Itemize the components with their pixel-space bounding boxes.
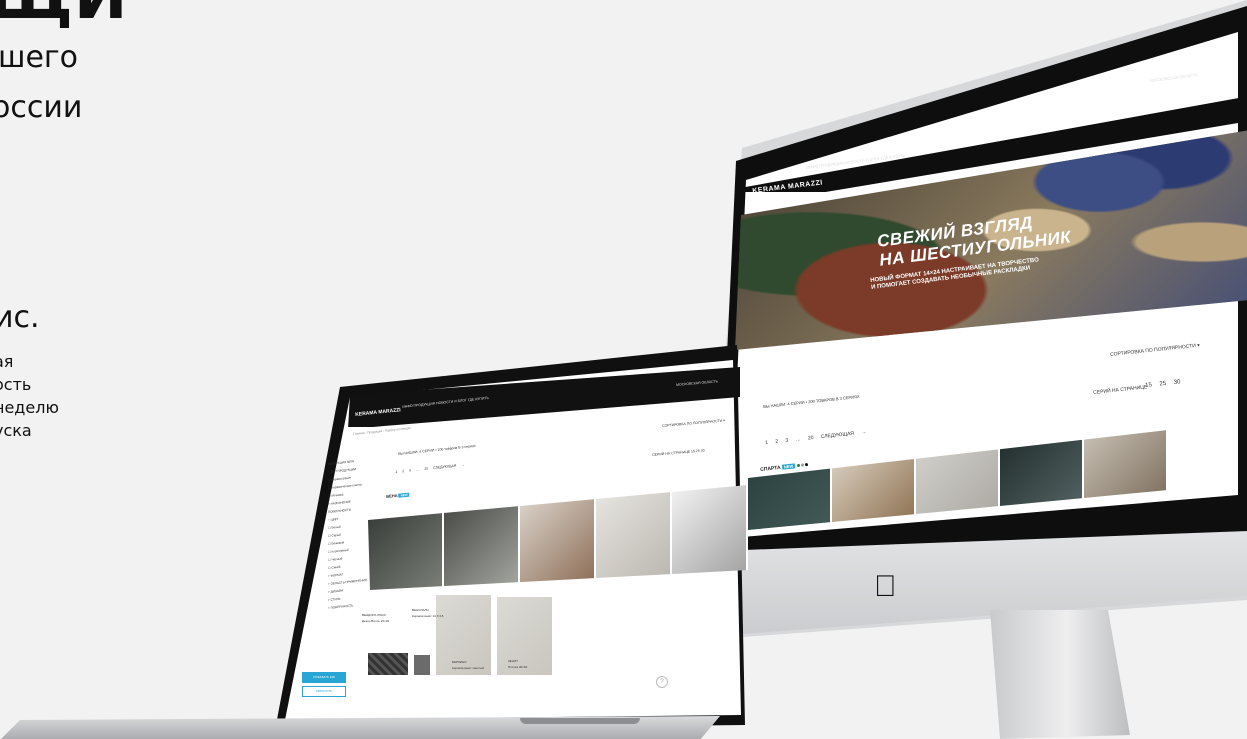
tile-name[interactable]: ВЕНДОРА ЛЮКС: [362, 613, 386, 617]
imac-series-badge: NEW: [781, 463, 796, 470]
tile-description: Декор Вилль 20×20: [362, 619, 390, 623]
tile-swatch[interactable]: [414, 655, 430, 675]
promo-stat: ис.: [0, 300, 40, 335]
laptop-tile-row: [368, 585, 568, 675]
laptop-notch: [520, 718, 640, 724]
tile-description: Керамогранит 14,7×15: [412, 614, 444, 618]
tile-name[interactable]: ЗЕНИТ: [508, 659, 518, 663]
promo-line-1: шего: [0, 40, 79, 75]
color-dot-icon: [804, 463, 808, 467]
product-photo[interactable]: [596, 485, 672, 590]
tile-description: Плитка 30×60: [508, 665, 528, 669]
help-icon[interactable]: ?: [656, 676, 668, 688]
tile-name[interactable]: БЕРЛИНО: [452, 660, 466, 664]
showcase-stage: ЩИ шего оссии ис. ая ость неделю уска  …: [0, 0, 1247, 739]
tile-description: Керамогранит светлый: [452, 666, 484, 670]
color-dot-icon: [796, 463, 800, 468]
imac-stand: [990, 610, 1130, 739]
imac-chin: [703, 532, 1247, 637]
color-dot-icon: [800, 463, 804, 467]
promo-description: ая ость неделю уска: [0, 352, 59, 440]
tile-swatch[interactable]: [497, 597, 552, 675]
tile-swatch[interactable]: [368, 653, 408, 675]
apple-logo-icon: : [874, 572, 898, 602]
promo-title: ЩИ: [0, 0, 128, 34]
tile-name[interactable]: ВЕНСИАЛО: [412, 608, 429, 612]
promo-line-2: оссии: [0, 90, 83, 125]
show-results-button[interactable]: ПОКАЗАТЬ 248: [302, 672, 346, 683]
reset-filters-button[interactable]: СБРОСИТЬ: [302, 686, 346, 697]
